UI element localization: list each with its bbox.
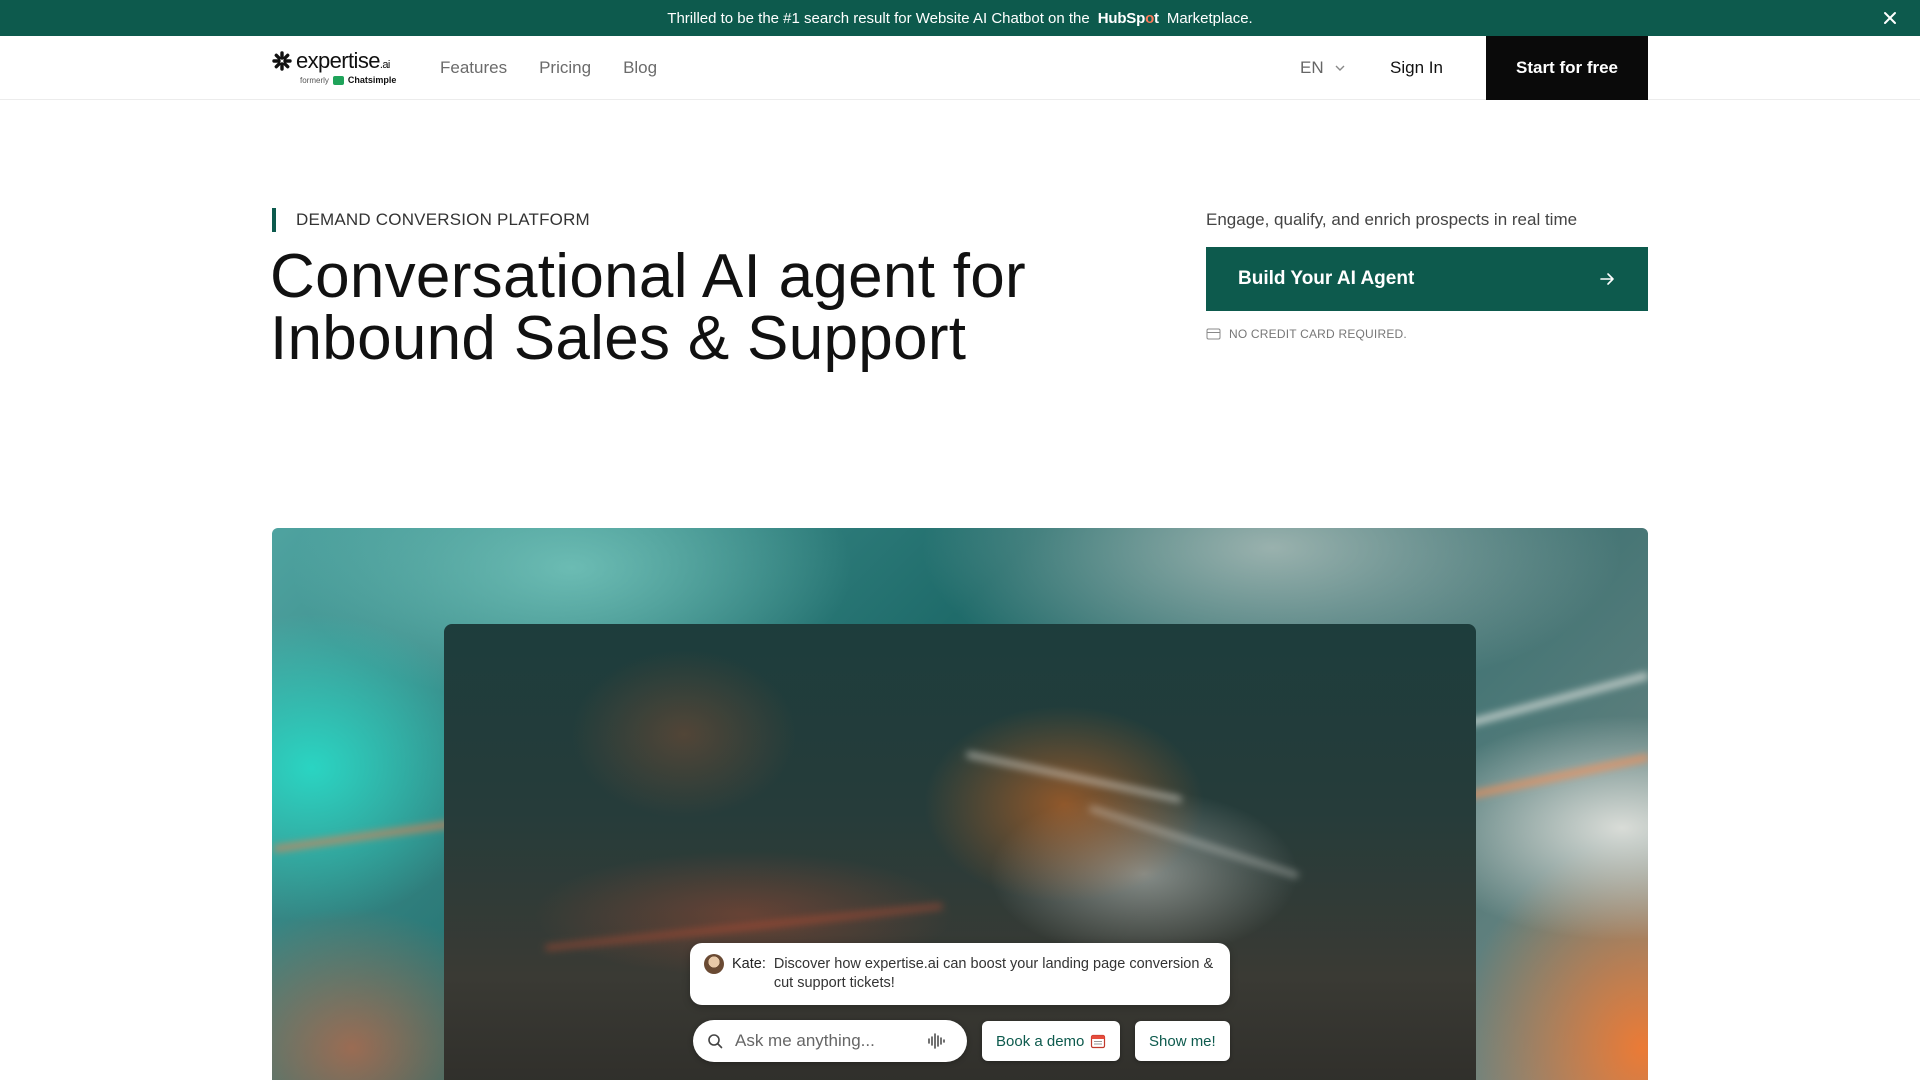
book-demo-chip[interactable]: Book a demo (982, 1021, 1121, 1061)
start-for-free-button[interactable]: Start for free (1486, 36, 1648, 100)
logo-wordmark: expertise.ai (296, 48, 390, 73)
calendar-icon (1091, 1034, 1106, 1049)
cta-label: Build Your AI Agent (1238, 268, 1415, 289)
video-frame[interactable] (444, 624, 1476, 1080)
announcement-text: Thrilled to be the #1 search result for … (667, 9, 1090, 27)
no-credit-card-text: NO CREDIT CARD REQUIRED. (1229, 327, 1407, 341)
sign-in-link[interactable]: Sign In (1390, 36, 1443, 100)
arrow-right-icon (1600, 273, 1614, 285)
nav-link-pricing[interactable]: Pricing (539, 58, 591, 78)
agent-message: Discover how expertise.ai can boost your… (773, 956, 1214, 991)
hero-headline: Conversational AI agent for Inbound Sale… (270, 242, 1027, 373)
chatsimple-icon (332, 75, 344, 85)
language-selector[interactable]: EN (1300, 36, 1346, 100)
nav-link-blog[interactable]: Blog (623, 58, 657, 78)
show-me-chip[interactable]: Show me! (1135, 1021, 1230, 1061)
no-credit-card-note: NO CREDIT CARD REQUIRED. (1206, 327, 1407, 341)
hero-eyebrow: DEMAND CONVERSION PLATFORM (272, 208, 590, 232)
chat-message-bubble: Kate: Discover how expertise.ai can boos… (690, 943, 1230, 1005)
hero-tagline: Engage, qualify, and enrich prospects in… (1206, 210, 1578, 229)
announcement-text-end: Marketplace. (1166, 9, 1253, 27)
expertise-logo[interactable]: expertise.ai formerly Chatsimple (272, 48, 402, 88)
chevron-down-icon (1335, 65, 1345, 71)
language-label: EN (1300, 58, 1324, 77)
announcement-bar: Thrilled to be the #1 search result for … (0, 0, 1920, 36)
close-icon[interactable] (1880, 8, 1900, 28)
nav-link-features[interactable]: Features (440, 58, 507, 78)
hubspot-logo: HubSpot (1097, 9, 1159, 27)
search-icon (708, 1034, 723, 1049)
show-me-label: Show me! (1149, 1032, 1216, 1050)
asterisk-logo-icon (272, 51, 292, 71)
agent-name: Kate: (732, 956, 766, 972)
chat-input-pill (693, 1020, 967, 1062)
credit-card-icon (1206, 328, 1221, 340)
chat-input[interactable] (735, 1031, 915, 1051)
build-ai-agent-button[interactable]: Build Your AI Agent (1206, 247, 1648, 311)
logo-formerly: formerly Chatsimple (300, 75, 397, 85)
agent-avatar (704, 954, 724, 974)
book-demo-label: Book a demo (996, 1032, 1085, 1050)
navbar: expertise.ai formerly Chatsimple Feature… (0, 36, 1920, 100)
nav-links: Features Pricing Blog (440, 36, 657, 100)
voice-waveform-icon[interactable] (927, 1033, 945, 1049)
